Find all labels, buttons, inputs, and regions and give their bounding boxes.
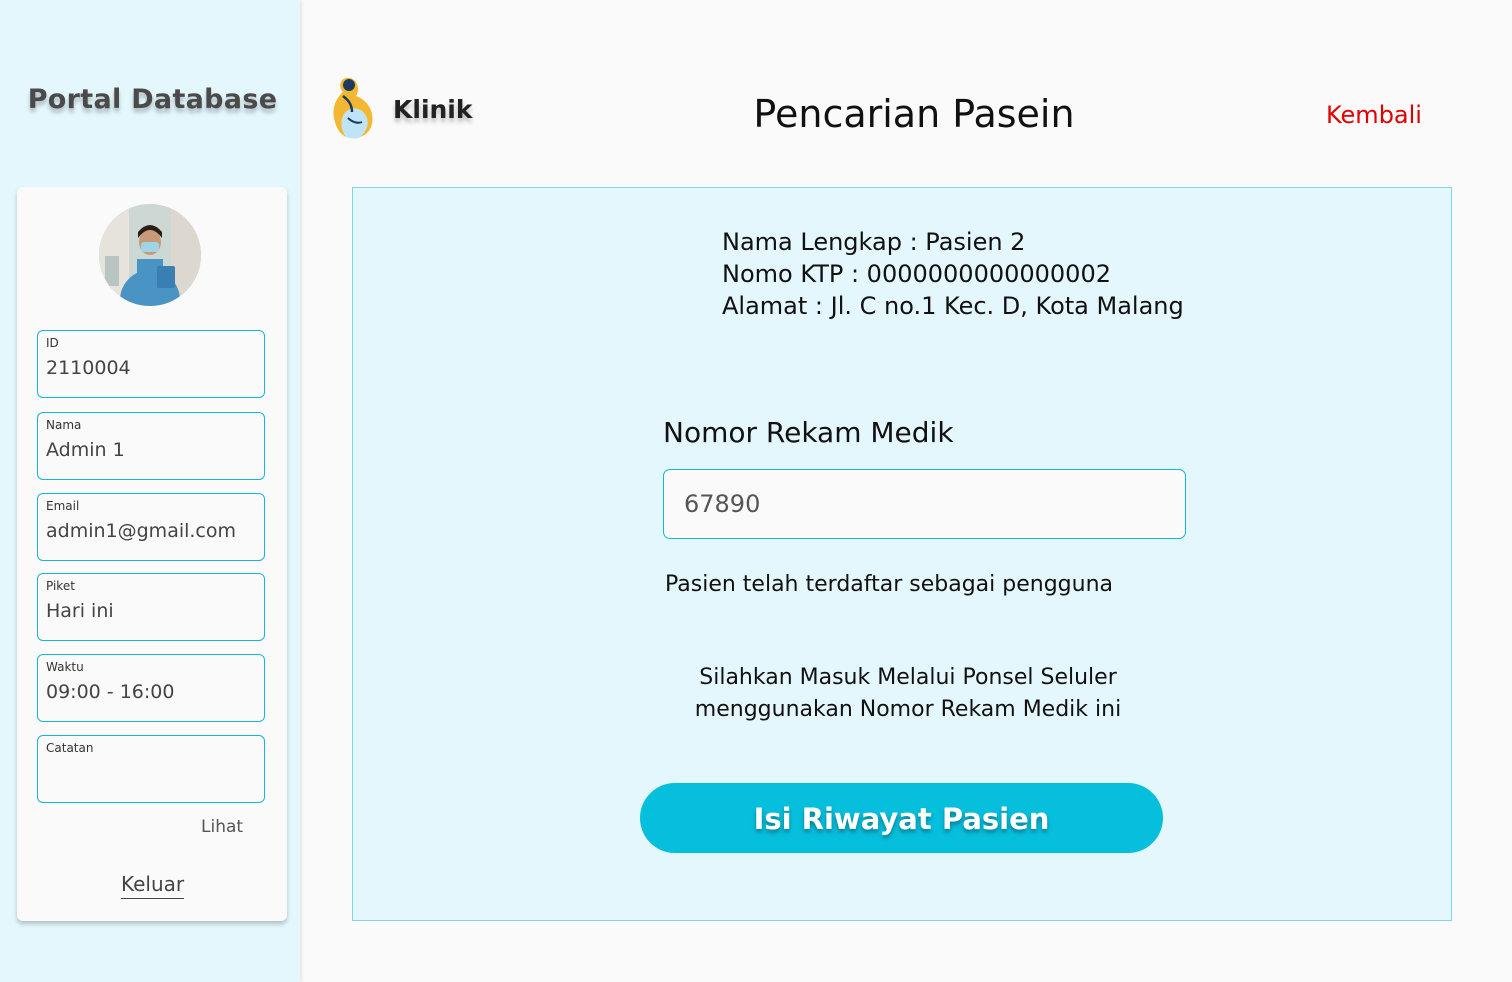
- medical-record-label: Nomor Rekam Medik: [663, 416, 954, 449]
- clinic-logo-icon: [326, 74, 376, 140]
- catatan-field[interactable]: Catatan: [37, 735, 265, 803]
- email-field-label: Email: [46, 499, 80, 513]
- id-field-value: 2110004: [46, 357, 131, 379]
- name-field-label: Nama: [46, 418, 82, 432]
- waktu-field[interactable]: Waktu 09:00 - 16:00: [37, 654, 265, 722]
- avatar: [99, 204, 201, 306]
- id-field[interactable]: ID 2110004: [37, 330, 265, 398]
- lihat-link[interactable]: Lihat: [201, 817, 243, 837]
- id-field-label: ID: [46, 336, 59, 350]
- waktu-field-label: Waktu: [46, 660, 84, 674]
- back-link[interactable]: Kembali: [1326, 101, 1422, 129]
- instruction-line-1: Silahkan Masuk Melalui Ponsel Seluler: [699, 665, 1117, 690]
- portal-title: Portal Database: [27, 84, 278, 115]
- patient-name: Nama Lengkap : Pasien 2: [722, 228, 1026, 256]
- fill-history-button[interactable]: Isi Riwayat Pasien: [640, 783, 1163, 853]
- patient-address: Alamat : Jl. C no.1 Kec. D, Kota Malang: [722, 292, 1184, 320]
- patient-ktp: Nomo KTP : 0000000000000002: [722, 260, 1111, 288]
- catatan-field-label: Catatan: [46, 741, 94, 755]
- instruction-line-2: menggunakan Nomor Rekam Medik ini: [694, 697, 1122, 722]
- registration-status: Pasien telah terdaftar sebagai pengguna: [665, 572, 1114, 597]
- email-field-value: admin1@gmail.com: [46, 520, 237, 542]
- name-field[interactable]: Nama Admin 1: [37, 412, 265, 480]
- piket-field[interactable]: Piket Hari ini: [37, 573, 265, 641]
- patient-panel: Nama Lengkap : Pasien 2 Nomo KTP : 00000…: [352, 187, 1452, 921]
- sidebar: Portal Database ID 2110004 Nama Admin 1: [0, 0, 300, 982]
- medical-record-input[interactable]: 67890: [663, 469, 1186, 539]
- waktu-field-value: 09:00 - 16:00: [46, 681, 175, 703]
- brand-name: Klinik: [393, 95, 473, 124]
- patient-info: Nama Lengkap : Pasien 2 Nomo KTP : 00000…: [722, 226, 1184, 322]
- page-title: Pencarian Pasein: [753, 92, 1075, 136]
- login-instruction: Silahkan Masuk Melalui Ponsel Seluler me…: [648, 662, 1168, 726]
- piket-field-label: Piket: [46, 579, 75, 593]
- name-field-value: Admin 1: [46, 439, 125, 461]
- logout-link[interactable]: Keluar: [121, 872, 185, 899]
- piket-field-value: Hari ini: [46, 600, 114, 622]
- profile-card: ID 2110004 Nama Admin 1 Email admin1@gma…: [17, 187, 287, 921]
- email-field[interactable]: Email admin1@gmail.com: [37, 493, 265, 561]
